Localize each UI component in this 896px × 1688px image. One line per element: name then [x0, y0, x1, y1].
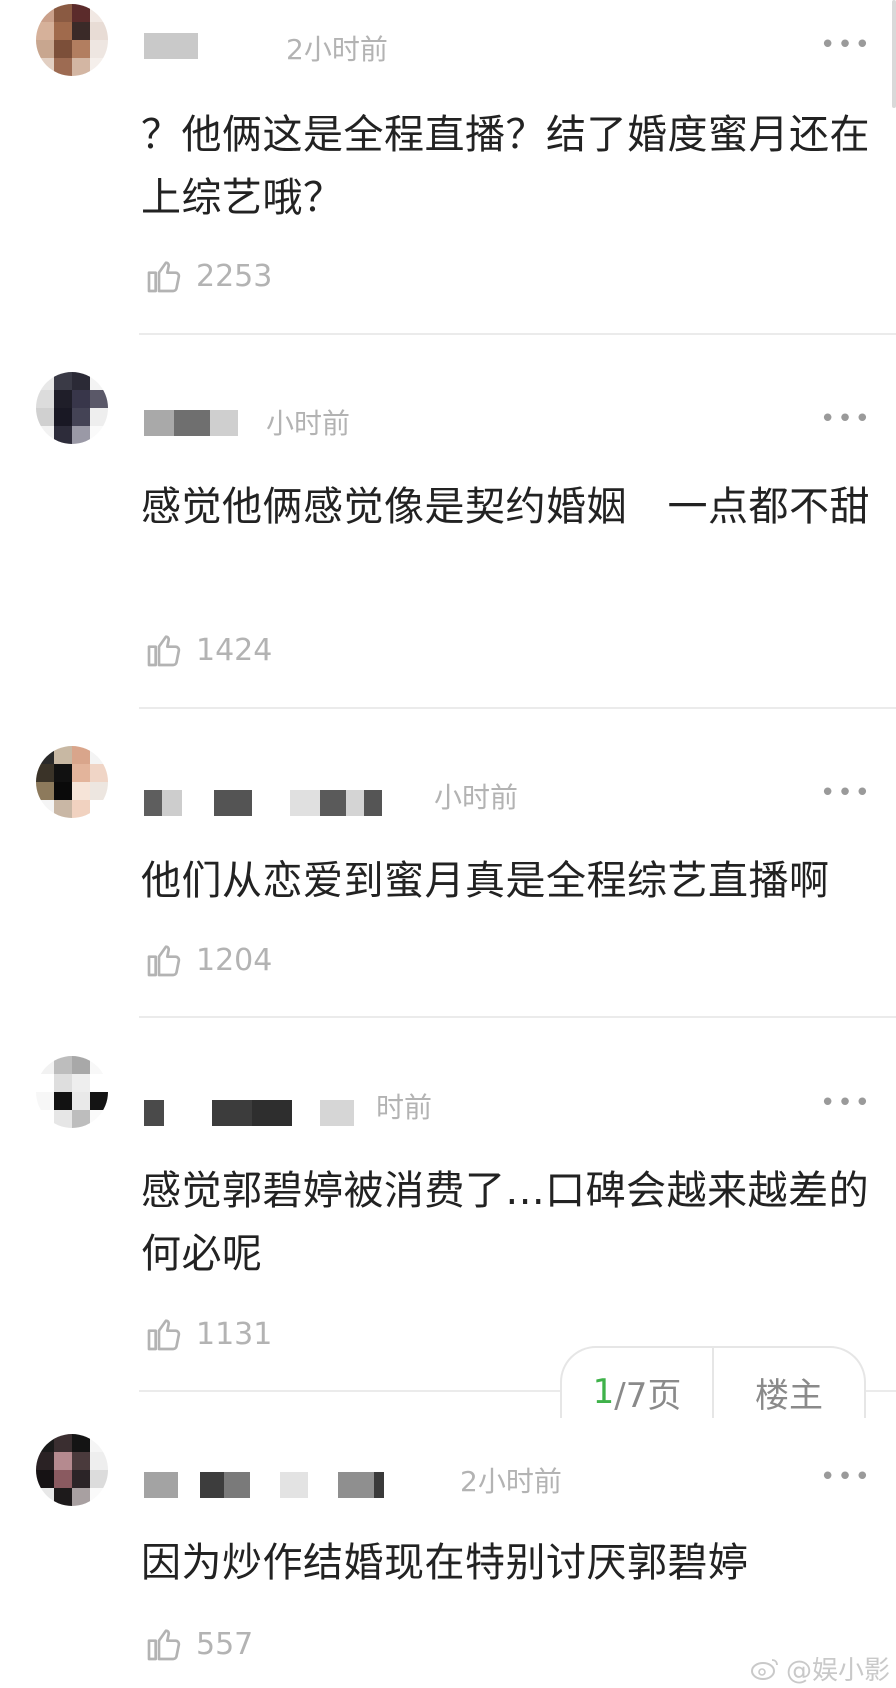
comment-text: ？他俩这是全程直播？结了婚度蜜月还在上综艺哦？ [141, 112, 870, 221]
owner-only-button[interactable]: 楼主 [714, 1348, 864, 1418]
scrollbar[interactable] [892, 0, 896, 108]
watermark-text: @娱小影 [785, 1656, 890, 1686]
more-dots-icon[interactable]: ••• [820, 1090, 872, 1116]
more-dots-icon[interactable]: ••• [820, 780, 872, 806]
thumbs-up-icon [147, 1319, 181, 1351]
username-redacted[interactable] [144, 410, 238, 436]
more-dots-icon[interactable]: ••• [820, 406, 872, 432]
page-indicator[interactable]: 1/7页 楼主 [560, 1346, 866, 1418]
comment-time: 时前 [376, 1091, 433, 1124]
username-redacted[interactable] [144, 790, 382, 816]
divider [139, 707, 896, 709]
username-redacted[interactable] [144, 1100, 354, 1126]
username-redacted[interactable] [144, 33, 198, 59]
thumbs-up-icon [147, 1629, 181, 1661]
avatar[interactable] [36, 1434, 108, 1506]
comment-text: 因为炒作结婚现在特别讨厌郭碧婷 [141, 1540, 749, 1586]
comment-time: 小时前 [266, 407, 351, 440]
total-pages: /7页 [614, 1375, 682, 1416]
avatar[interactable] [36, 1056, 108, 1128]
like-button[interactable]: 1424 [144, 630, 272, 670]
more-dots-icon[interactable]: ••• [820, 1464, 872, 1490]
current-page: 1 [592, 1372, 615, 1412]
like-count: 1204 [196, 942, 273, 978]
watermark: @娱小影 [750, 1650, 890, 1687]
weibo-logo-icon [750, 1658, 778, 1680]
avatar[interactable] [36, 4, 108, 76]
comment-time: 小时前 [434, 781, 519, 814]
divider [139, 333, 896, 335]
avatar[interactable] [36, 746, 108, 818]
page-number[interactable]: 1/7页 [562, 1348, 712, 1418]
comment-text: 感觉郭碧婷被消费了...口碑会越来越差的 何必呢 [141, 1168, 870, 1277]
divider [139, 1016, 896, 1018]
like-count: 2253 [196, 258, 273, 294]
avatar[interactable] [36, 372, 108, 444]
comment-text: 他们从恋爱到蜜月真是全程综艺直播啊 [141, 858, 830, 904]
comment-time: 2小时前 [286, 33, 388, 66]
like-button[interactable]: 2253 [144, 256, 272, 296]
comment-time: 2小时前 [460, 1465, 562, 1498]
more-dots-icon[interactable]: ••• [820, 32, 872, 58]
like-button[interactable]: 1131 [144, 1314, 272, 1354]
thumbs-up-icon [147, 635, 181, 667]
username-redacted[interactable] [144, 1472, 384, 1498]
thumbs-up-icon [147, 945, 181, 977]
like-button[interactable]: 1204 [144, 940, 272, 980]
like-count: 557 [196, 1626, 254, 1662]
like-button[interactable]: 557 [144, 1624, 253, 1664]
comment-text: 感觉他俩感觉像是契约婚姻 一点都不甜 [141, 484, 870, 530]
like-count: 1424 [196, 632, 273, 668]
like-count: 1131 [196, 1316, 273, 1352]
thumbs-up-icon [147, 261, 181, 293]
